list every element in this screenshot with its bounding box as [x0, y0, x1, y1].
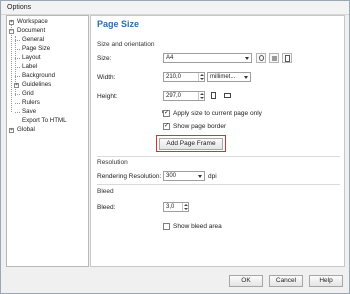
- spin-up-icon[interactable]: [200, 74, 204, 76]
- divider: [97, 184, 340, 185]
- title-bar: Options: [1, 1, 349, 15]
- units-value: millimet...: [210, 74, 236, 80]
- width-spinner[interactable]: 210,0: [163, 72, 205, 82]
- show-bleed-label: Show bleed area: [173, 223, 222, 230]
- tree-guide: [15, 94, 20, 95]
- tree-item-export-to-html[interactable]: Export To HTML: [22, 117, 67, 125]
- delete-preset-icon: [272, 56, 277, 61]
- expand-icon[interactable]: +: [14, 82, 19, 88]
- apply-size-label: Apply size to current page only: [173, 110, 262, 117]
- tree-guide: [15, 40, 20, 41]
- height-value: 297,0: [166, 93, 182, 99]
- units-dropdown[interactable]: millimet...: [207, 72, 251, 82]
- delete-preset-button[interactable]: [269, 53, 279, 63]
- collapse-icon[interactable]: −: [9, 28, 14, 34]
- apply-size-checkbox[interactable]: ✓: [163, 110, 170, 117]
- expand-icon[interactable]: +: [9, 19, 14, 25]
- tree-item-page-size[interactable]: Page Size: [22, 45, 50, 53]
- tree-item-rulers[interactable]: Rulers: [22, 99, 40, 107]
- tree-guide: [15, 67, 20, 68]
- divider: [97, 156, 340, 157]
- rendering-resolution-label: Rendering Resolution:: [97, 173, 162, 180]
- portrait-icon[interactable]: [211, 92, 216, 99]
- show-border-checkbox[interactable]: ✓: [163, 123, 170, 130]
- tree-item-grid[interactable]: Grid: [22, 90, 34, 98]
- tree-item-general[interactable]: General: [22, 36, 44, 44]
- spin-buttons[interactable]: [198, 73, 204, 81]
- expand-icon[interactable]: +: [9, 127, 14, 133]
- bleed-spinner[interactable]: 3,0: [163, 202, 189, 212]
- spin-buttons[interactable]: [182, 203, 188, 211]
- chevron-down-icon: [244, 76, 248, 79]
- options-tree[interactable]: + Workspace − Document General Page Size…: [6, 15, 89, 267]
- tree-item-label: Workspace: [17, 18, 48, 25]
- tree-guide: [15, 49, 20, 50]
- tree-item-save[interactable]: Save: [22, 108, 36, 116]
- spin-buttons[interactable]: [198, 92, 204, 100]
- dpi-label: dpi: [208, 173, 217, 180]
- tree-guide: [15, 76, 20, 77]
- tree-guide: [15, 58, 20, 59]
- size-label: Size:: [97, 55, 112, 62]
- ok-button[interactable]: OK: [229, 275, 263, 287]
- tree-item-label: Document: [17, 27, 46, 34]
- landscape-icon[interactable]: [224, 93, 231, 98]
- spin-down-icon[interactable]: [184, 208, 188, 210]
- tree-guide: [15, 112, 20, 113]
- page-preset-button[interactable]: [282, 53, 292, 63]
- page-icon: [285, 55, 290, 62]
- bleed-value: 3,0: [166, 204, 175, 210]
- width-label: Width:: [97, 74, 116, 81]
- tree-item-label[interactable]: Label: [22, 63, 37, 71]
- show-border-label: Show page border: [173, 123, 227, 130]
- help-button[interactable]: Help: [309, 275, 343, 287]
- resolution-value: 300: [166, 173, 177, 179]
- size-dropdown[interactable]: A4: [163, 53, 252, 63]
- width-value: 210,0: [166, 74, 182, 80]
- tree-item-layout[interactable]: Layout: [22, 54, 41, 62]
- show-bleed-checkbox[interactable]: [163, 223, 170, 230]
- height-spinner[interactable]: 297,0: [163, 91, 205, 101]
- tree-item-label: Guidelines: [22, 81, 52, 88]
- tree-item-background[interactable]: Background: [22, 72, 55, 80]
- size-value: A4: [166, 55, 174, 61]
- spin-up-icon[interactable]: [184, 204, 188, 206]
- tree-guide: [15, 103, 20, 104]
- add-page-frame-button[interactable]: Add Page Frame: [159, 138, 223, 150]
- save-preset-button[interactable]: [256, 53, 266, 63]
- section-size-orientation: Size and orientation: [97, 41, 155, 48]
- tree-guide: [11, 22, 12, 112]
- tree-item-label: Global: [17, 126, 35, 133]
- page-title: Page Size: [97, 19, 140, 29]
- chevron-down-icon: [198, 175, 202, 178]
- spin-up-icon[interactable]: [200, 93, 204, 95]
- spin-down-icon[interactable]: [200, 97, 204, 99]
- save-preset-icon: [259, 55, 264, 61]
- section-resolution: Resolution: [97, 159, 128, 166]
- window-title: Options: [7, 4, 32, 11]
- options-dialog: Options + Workspace − Document General P…: [0, 0, 350, 294]
- cancel-button[interactable]: Cancel: [269, 275, 303, 287]
- chevron-down-icon: [245, 57, 249, 60]
- section-bleed: Bleed: [97, 188, 114, 195]
- resolution-dropdown[interactable]: 300: [163, 171, 205, 181]
- page-size-panel: Page Size Size and orientation Size: A4 …: [90, 15, 345, 267]
- spin-down-icon[interactable]: [200, 78, 204, 80]
- bleed-label: Bleed:: [97, 204, 116, 211]
- height-label: Height:: [97, 93, 118, 100]
